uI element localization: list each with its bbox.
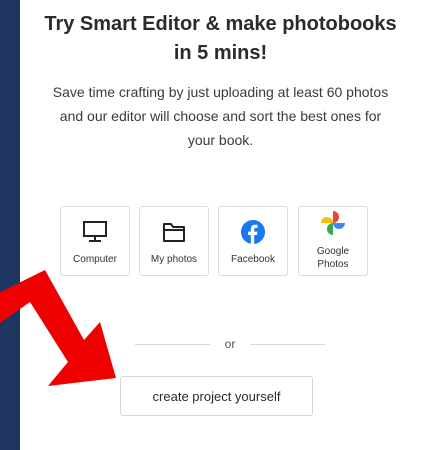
divider-line-right (250, 344, 325, 345)
source-google-photos-label: Google Photos (299, 245, 367, 271)
subtitle-line-3: your book. (187, 132, 254, 148)
monitor-icon (61, 219, 129, 245)
title-line-2: in 5 mins! (173, 42, 268, 64)
source-facebook-button[interactable]: Facebook (218, 206, 288, 276)
google-photos-icon (299, 210, 367, 236)
facebook-icon (219, 219, 287, 245)
subtitle-line-2: and our editor will choose and sort the … (59, 108, 382, 124)
source-my-photos-label: My photos (150, 254, 198, 265)
google-label-line-2: Photos (317, 259, 349, 270)
page-title: Try Smart Editor & make photobooks in 5 … (20, 10, 421, 68)
google-label-line-1: Google (316, 246, 350, 257)
source-facebook-label: Facebook (231, 254, 275, 265)
source-google-photos-button[interactable]: Google Photos (298, 206, 368, 276)
red-arrow-annotation (0, 270, 116, 386)
screen: Try Smart Editor & make photobooks in 5 … (0, 0, 421, 450)
or-divider: or (135, 336, 325, 352)
folder-icon (140, 219, 208, 245)
title-line-1: Try Smart Editor & make photobooks (44, 13, 397, 35)
page-subtitle: Save time crafting by just uploading at … (28, 80, 413, 152)
subtitle-line-1: Save time crafting by just uploading at … (52, 84, 389, 100)
